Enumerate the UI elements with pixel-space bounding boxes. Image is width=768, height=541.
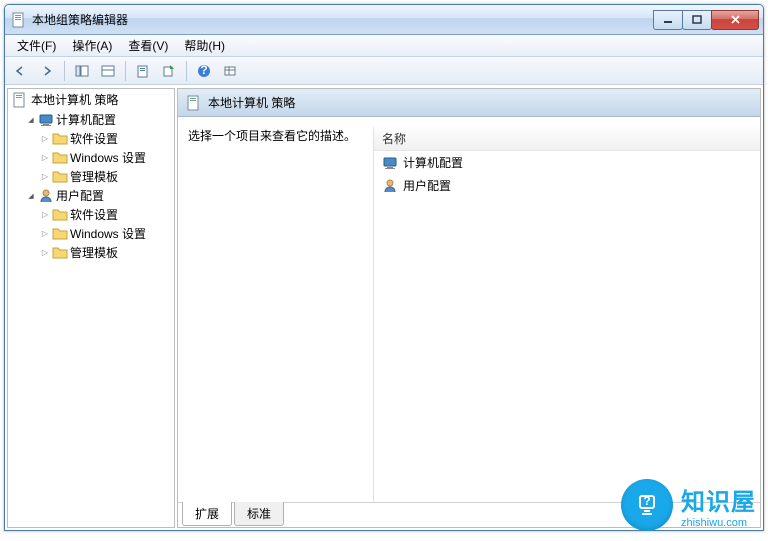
forward-button[interactable]: [35, 60, 59, 82]
tree-user-templates[interactable]: 管理模板: [36, 243, 174, 262]
expand-icon[interactable]: [40, 248, 50, 258]
tree-label: 管理模板: [70, 244, 118, 261]
list-item-user[interactable]: 用户配置: [374, 174, 760, 197]
window: 本地组策略编辑器 文件(F) 操作(A) 查看(V) 帮助(H) ? 本地计算机…: [4, 4, 764, 531]
toolbar: ?: [5, 57, 763, 85]
close-button[interactable]: [711, 10, 759, 30]
tree-label: 软件设置: [70, 130, 118, 147]
toggle-detail-button[interactable]: [96, 60, 120, 82]
detail-title: 本地计算机 策略: [208, 94, 295, 111]
expand-icon[interactable]: [40, 210, 50, 220]
menu-file[interactable]: 文件(F): [9, 35, 64, 56]
column-header-name[interactable]: 名称: [374, 127, 760, 151]
tree-label: Windows 设置: [70, 225, 146, 242]
window-title: 本地组策略编辑器: [32, 11, 654, 28]
tree-root[interactable]: 本地计算机 策略: [8, 89, 174, 110]
export-button[interactable]: [157, 60, 181, 82]
tree-pane[interactable]: 本地计算机 策略 计算机配置 软件设置: [7, 88, 175, 528]
tree-user-software[interactable]: 软件设置: [36, 205, 174, 224]
toolbar-separator: [125, 61, 126, 81]
toolbar-separator: [186, 61, 187, 81]
tree-user-config[interactable]: 用户配置: [22, 186, 174, 205]
help-button[interactable]: ?: [192, 60, 216, 82]
list-item-computer[interactable]: 计算机配置: [374, 151, 760, 174]
expand-icon[interactable]: [40, 134, 50, 144]
detail-pane: 本地计算机 策略 选择一个项目来查看它的描述。 名称 计算机配置 用户配置: [177, 88, 761, 528]
tree-label: 用户配置: [56, 187, 104, 204]
description-column: 选择一个项目来查看它的描述。: [188, 127, 373, 503]
tree-root-label: 本地计算机 策略: [31, 91, 118, 108]
expand-icon[interactable]: [40, 172, 50, 182]
tree-computer-templates[interactable]: 管理模板: [36, 167, 174, 186]
tree-label: Windows 设置: [70, 149, 146, 166]
tree-label: 软件设置: [70, 206, 118, 223]
expand-icon[interactable]: [26, 191, 36, 201]
titlebar[interactable]: 本地组策略编辑器: [5, 5, 763, 35]
svg-text:?: ?: [200, 64, 207, 77]
maximize-button[interactable]: [682, 10, 712, 30]
expand-icon[interactable]: [40, 153, 50, 163]
tree-label: 管理模板: [70, 168, 118, 185]
menu-action[interactable]: 操作(A): [64, 35, 120, 56]
toolbar-separator: [64, 61, 65, 81]
app-icon: [11, 12, 27, 28]
tree-computer-windows[interactable]: Windows 设置: [36, 148, 174, 167]
detail-tabs: 扩展 标准: [178, 502, 760, 526]
list-item-label: 用户配置: [403, 177, 451, 194]
tab-extended[interactable]: 扩展: [182, 502, 232, 526]
tree-label: 计算机配置: [56, 111, 116, 128]
list-item-label: 计算机配置: [403, 154, 463, 171]
properties-button[interactable]: [131, 60, 155, 82]
menu-view[interactable]: 查看(V): [120, 35, 176, 56]
detail-header: 本地计算机 策略: [178, 89, 760, 117]
tree-computer-software[interactable]: 软件设置: [36, 129, 174, 148]
content-area: 本地计算机 策略 计算机配置 软件设置: [5, 85, 763, 530]
toggle-tree-button[interactable]: [70, 60, 94, 82]
expand-icon[interactable]: [40, 229, 50, 239]
list-column: 名称 计算机配置 用户配置: [373, 127, 760, 503]
detail-body: 选择一个项目来查看它的描述。 名称 计算机配置 用户配置: [178, 117, 760, 503]
tree-computer-config[interactable]: 计算机配置: [22, 110, 174, 129]
back-button[interactable]: [9, 60, 33, 82]
description-text: 选择一个项目来查看它的描述。: [188, 127, 363, 144]
expand-icon[interactable]: [26, 115, 36, 125]
menu-help[interactable]: 帮助(H): [176, 35, 233, 56]
tree-user-windows[interactable]: Windows 设置: [36, 224, 174, 243]
filter-button[interactable]: [218, 60, 242, 82]
minimize-button[interactable]: [653, 10, 683, 30]
menubar: 文件(F) 操作(A) 查看(V) 帮助(H): [5, 35, 763, 57]
window-buttons: [654, 10, 759, 30]
tab-standard[interactable]: 标准: [234, 502, 284, 526]
